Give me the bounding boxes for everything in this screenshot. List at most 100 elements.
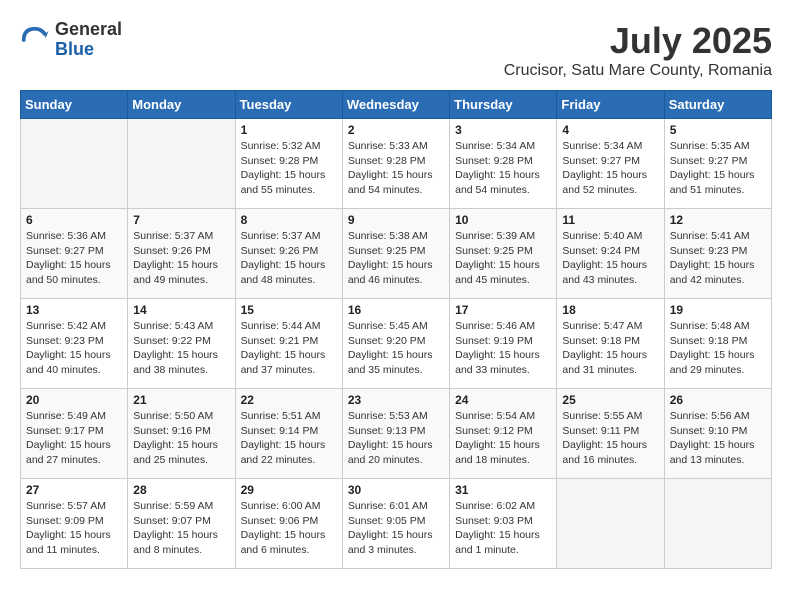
calendar-cell (557, 479, 664, 569)
day-number: 2 (348, 123, 444, 137)
day-number: 15 (241, 303, 337, 317)
day-number: 19 (670, 303, 766, 317)
day-number: 8 (241, 213, 337, 227)
day-info: Sunrise: 5:50 AMSunset: 9:16 PMDaylight:… (133, 409, 229, 468)
logo: General Blue (20, 20, 122, 60)
weekday-header: Monday (128, 91, 235, 119)
day-info: Sunrise: 5:53 AMSunset: 9:13 PMDaylight:… (348, 409, 444, 468)
calendar-cell: 25 Sunrise: 5:55 AMSunset: 9:11 PMDayligh… (557, 389, 664, 479)
day-number: 16 (348, 303, 444, 317)
day-number: 6 (26, 213, 122, 227)
day-info: Sunrise: 5:36 AMSunset: 9:27 PMDaylight:… (26, 229, 122, 288)
day-number: 9 (348, 213, 444, 227)
weekday-header: Saturday (664, 91, 771, 119)
day-number: 10 (455, 213, 551, 227)
calendar-cell: 23 Sunrise: 5:53 AMSunset: 9:13 PMDayligh… (342, 389, 449, 479)
calendar-cell: 17 Sunrise: 5:46 AMSunset: 9:19 PMDayligh… (450, 299, 557, 389)
week-row: 13 Sunrise: 5:42 AMSunset: 9:23 PMDayligh… (21, 299, 772, 389)
day-info: Sunrise: 5:43 AMSunset: 9:22 PMDaylight:… (133, 319, 229, 378)
weekday-header: Tuesday (235, 91, 342, 119)
day-number: 13 (26, 303, 122, 317)
logo-icon (20, 25, 50, 55)
calendar-cell: 11 Sunrise: 5:40 AMSunset: 9:24 PMDayligh… (557, 209, 664, 299)
calendar-cell (664, 479, 771, 569)
calendar-cell: 24 Sunrise: 5:54 AMSunset: 9:12 PMDayligh… (450, 389, 557, 479)
day-info: Sunrise: 5:46 AMSunset: 9:19 PMDaylight:… (455, 319, 551, 378)
day-info: Sunrise: 5:48 AMSunset: 9:18 PMDaylight:… (670, 319, 766, 378)
week-row: 27Sunrise: 5:57 AMSunset: 9:09 PMDayligh… (21, 479, 772, 569)
day-number: 17 (455, 303, 551, 317)
calendar-cell: 29Sunrise: 6:00 AMSunset: 9:06 PMDayligh… (235, 479, 342, 569)
weekday-header-row: SundayMondayTuesdayWednesdayThursdayFrid… (21, 91, 772, 119)
page-header: General Blue July 2025 Crucisor, Satu Ma… (20, 20, 772, 80)
day-info: Sunrise: 5:42 AMSunset: 9:23 PMDaylight:… (26, 319, 122, 378)
logo-blue: Blue (55, 40, 122, 60)
calendar-cell: 9Sunrise: 5:38 AMSunset: 9:25 PMDaylight… (342, 209, 449, 299)
day-number: 14 (133, 303, 229, 317)
calendar: SundayMondayTuesdayWednesdayThursdayFrid… (20, 90, 772, 569)
day-info: Sunrise: 5:47 AMSunset: 9:18 PMDaylight:… (562, 319, 658, 378)
day-info: Sunrise: 5:33 AMSunset: 9:28 PMDaylight:… (348, 139, 444, 198)
day-number: 25 (562, 393, 658, 407)
calendar-cell: 8 Sunrise: 5:37 AMSunset: 9:26 PMDaylight… (235, 209, 342, 299)
day-info: Sunrise: 6:01 AMSunset: 9:05 PMDaylight:… (348, 499, 444, 558)
day-number: 7 (133, 213, 229, 227)
calendar-cell: 27Sunrise: 5:57 AMSunset: 9:09 PMDayligh… (21, 479, 128, 569)
day-info: Sunrise: 5:45 AMSunset: 9:20 PMDaylight:… (348, 319, 444, 378)
day-number: 28 (133, 483, 229, 497)
calendar-cell: 14 Sunrise: 5:43 AMSunset: 9:22 PMDayligh… (128, 299, 235, 389)
title-block: July 2025 Crucisor, Satu Mare County, Ro… (504, 20, 772, 80)
calendar-cell: 28 Sunrise: 5:59 AMSunset: 9:07 PMDayligh… (128, 479, 235, 569)
day-number: 12 (670, 213, 766, 227)
day-info: Sunrise: 5:40 AMSunset: 9:24 PMDaylight:… (562, 229, 658, 288)
day-number: 20 (26, 393, 122, 407)
week-row: 1Sunrise: 5:32 AMSunset: 9:28 PMDaylight… (21, 119, 772, 209)
calendar-cell: 31Sunrise: 6:02 AMSunset: 9:03 PMDayligh… (450, 479, 557, 569)
day-number: 31 (455, 483, 551, 497)
day-info: Sunrise: 5:32 AMSunset: 9:28 PMDaylight:… (241, 139, 337, 198)
logo-text: General Blue (55, 20, 122, 60)
day-number: 27 (26, 483, 122, 497)
calendar-cell: 5Sunrise: 5:35 AMSunset: 9:27 PMDaylight… (664, 119, 771, 209)
weekday-header: Friday (557, 91, 664, 119)
day-info: Sunrise: 5:37 AMSunset: 9:26 PMDaylight:… (133, 229, 229, 288)
day-number: 4 (562, 123, 658, 137)
day-number: 22 (241, 393, 337, 407)
day-info: Sunrise: 5:39 AMSunset: 9:25 PMDaylight:… (455, 229, 551, 288)
calendar-cell: 10 Sunrise: 5:39 AMSunset: 9:25 PMDayligh… (450, 209, 557, 299)
week-row: 20Sunrise: 5:49 AMSunset: 9:17 PMDayligh… (21, 389, 772, 479)
day-number: 24 (455, 393, 551, 407)
month-year: July 2025 (504, 20, 772, 62)
day-number: 18 (562, 303, 658, 317)
calendar-cell: 2 Sunrise: 5:33 AMSunset: 9:28 PMDaylight… (342, 119, 449, 209)
calendar-cell: 26Sunrise: 5:56 AMSunset: 9:10 PMDayligh… (664, 389, 771, 479)
location: Crucisor, Satu Mare County, Romania (504, 62, 772, 80)
calendar-cell: 7 Sunrise: 5:37 AMSunset: 9:26 PMDaylight… (128, 209, 235, 299)
calendar-cell: 3Sunrise: 5:34 AMSunset: 9:28 PMDaylight… (450, 119, 557, 209)
calendar-cell: 22Sunrise: 5:51 AMSunset: 9:14 PMDayligh… (235, 389, 342, 479)
weekday-header: Wednesday (342, 91, 449, 119)
calendar-cell: 20Sunrise: 5:49 AMSunset: 9:17 PMDayligh… (21, 389, 128, 479)
day-info: Sunrise: 5:34 AMSunset: 9:27 PMDaylight:… (562, 139, 658, 198)
day-number: 30 (348, 483, 444, 497)
day-number: 23 (348, 393, 444, 407)
calendar-cell (128, 119, 235, 209)
calendar-cell: 4 Sunrise: 5:34 AMSunset: 9:27 PMDaylight… (557, 119, 664, 209)
day-number: 26 (670, 393, 766, 407)
calendar-cell (21, 119, 128, 209)
calendar-cell: 15 Sunrise: 5:44 AMSunset: 9:21 PMDayligh… (235, 299, 342, 389)
day-info: Sunrise: 5:44 AMSunset: 9:21 PMDaylight:… (241, 319, 337, 378)
calendar-cell: 12Sunrise: 5:41 AMSunset: 9:23 PMDayligh… (664, 209, 771, 299)
calendar-cell: 13 Sunrise: 5:42 AMSunset: 9:23 PMDayligh… (21, 299, 128, 389)
day-info: Sunrise: 5:59 AMSunset: 9:07 PMDaylight:… (133, 499, 229, 558)
day-info: Sunrise: 5:37 AMSunset: 9:26 PMDaylight:… (241, 229, 337, 288)
weekday-header: Thursday (450, 91, 557, 119)
day-number: 21 (133, 393, 229, 407)
week-row: 6 Sunrise: 5:36 AMSunset: 9:27 PMDaylight… (21, 209, 772, 299)
day-info: Sunrise: 5:54 AMSunset: 9:12 PMDaylight:… (455, 409, 551, 468)
day-info: Sunrise: 5:55 AMSunset: 9:11 PMDaylight:… (562, 409, 658, 468)
day-info: Sunrise: 6:00 AMSunset: 9:06 PMDaylight:… (241, 499, 337, 558)
day-number: 5 (670, 123, 766, 137)
day-number: 3 (455, 123, 551, 137)
day-number: 11 (562, 213, 658, 227)
